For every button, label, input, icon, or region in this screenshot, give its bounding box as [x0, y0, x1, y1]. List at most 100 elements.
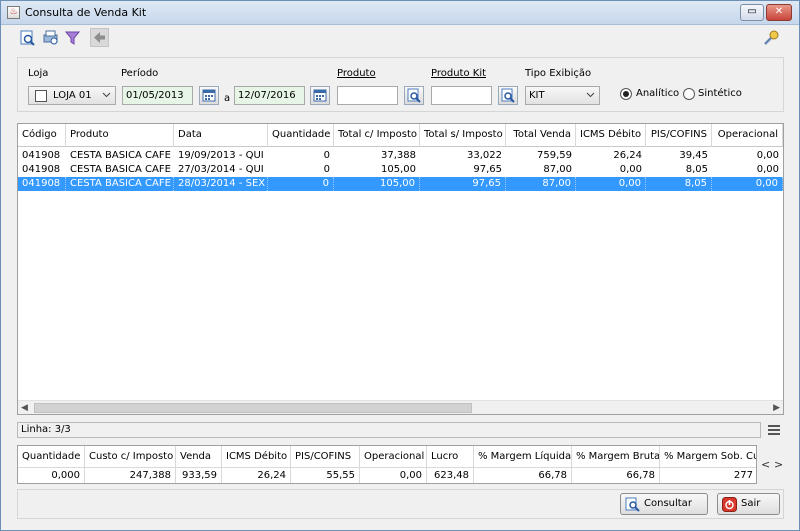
back-button[interactable]: [90, 28, 109, 47]
radio-analitico-label[interactable]: Analítico: [636, 88, 679, 99]
cell: 0: [323, 150, 330, 161]
cell: 87,00: [543, 164, 572, 175]
cell: 041908: [18, 177, 66, 191]
produto-search-button[interactable]: [404, 86, 424, 105]
consultar-button[interactable]: Consultar: [620, 493, 708, 515]
totals-value: 0,000: [18, 468, 85, 483]
table-row-selected[interactable]: 041908 CESTA BASICA CAFE 28/03/2014 - SE…: [18, 177, 783, 191]
totals-scroll-left-button[interactable]: <: [761, 458, 770, 471]
cell: 105,00: [334, 177, 420, 191]
periodo-label: Período: [121, 68, 159, 79]
col-header[interactable]: Data: [174, 124, 268, 147]
produto-field[interactable]: [337, 86, 398, 105]
produto-kit-search-button[interactable]: [498, 86, 518, 105]
sair-label: Sair: [741, 498, 761, 509]
totals-value: 277: [660, 468, 756, 483]
col-header[interactable]: ICMS Débito: [576, 124, 646, 147]
cell: 28/03/2014 - SEX: [174, 177, 268, 191]
back-arrow-icon: [94, 32, 105, 43]
totals-header: Lucro: [427, 446, 474, 468]
window-title: Consulta de Venda Kit: [25, 6, 147, 19]
produto-kit-label[interactable]: Produto Kit: [431, 68, 486, 79]
totals-value: 247,388: [85, 468, 176, 483]
cell: 0,00: [619, 164, 642, 175]
search-doc-icon[interactable]: [19, 29, 36, 46]
cell: 87,00: [506, 177, 576, 191]
cell: 19/09/2013 - QUI: [178, 150, 264, 161]
cell: 27/03/2014 - QUI: [178, 164, 264, 175]
cell: CESTA BASICA CAFE: [70, 150, 171, 161]
tipo-exibicao-label: Tipo Exibição: [525, 68, 592, 79]
main-window: ♨ Consulta de Venda Kit ▭ ✕ Loja LOJA 01…: [0, 0, 800, 531]
totals-header: ICMS Débito: [222, 446, 291, 468]
date-from-field[interactable]: 01/05/2013: [122, 86, 193, 105]
totals-header: % Margem Líquida: [474, 446, 572, 468]
loja-combo[interactable]: LOJA 01: [28, 86, 116, 105]
power-icon: [722, 497, 737, 512]
scroll-left-icon[interactable]: ◀: [21, 403, 28, 413]
calendar-icon: [313, 89, 327, 102]
sales-table[interactable]: Código Produto Data Quantidade Total c/ …: [17, 123, 784, 415]
totals-value: 66,78: [572, 468, 660, 483]
scroll-right-icon[interactable]: ▶: [773, 403, 780, 413]
date-to-field[interactable]: 12/07/2016: [234, 86, 305, 105]
calendar-from-button[interactable]: [199, 86, 219, 105]
col-header[interactable]: Produto: [66, 124, 174, 147]
radio-sintetico[interactable]: [683, 88, 695, 100]
cell: CESTA BASICA CAFE: [66, 177, 174, 191]
produto-kit-field[interactable]: [431, 86, 492, 105]
sair-button[interactable]: Sair: [717, 493, 780, 515]
java-app-icon: ♨: [7, 6, 20, 19]
cell: 041908: [22, 150, 61, 161]
col-header[interactable]: Total c/ Imposto: [334, 124, 420, 147]
cell: 33,022: [467, 150, 502, 161]
close-button[interactable]: ✕: [766, 4, 792, 21]
radio-sintetico-label[interactable]: Sintético: [698, 88, 742, 99]
cell: 759,59: [537, 150, 572, 161]
search-doc-icon: [625, 497, 640, 512]
cell: 105,00: [381, 164, 416, 175]
totals-value: 0,00: [360, 468, 427, 483]
totals-value: 933,59: [176, 468, 222, 483]
col-header[interactable]: Operacional: [712, 124, 783, 147]
tipo-exibicao-value: KIT: [529, 90, 545, 101]
cell: 97,65: [473, 164, 502, 175]
loja-label: Loja: [28, 68, 49, 79]
radio-analitico[interactable]: [620, 88, 632, 100]
totals-value: 623,48: [427, 468, 474, 483]
table-row[interactable]: 041908 CESTA BASICA CAFE 19/09/2013 - QU…: [18, 149, 783, 163]
table-header: Código Produto Data Quantidade Total c/ …: [18, 124, 783, 147]
calendar-icon: [202, 89, 216, 102]
totals-scroll-right-button[interactable]: >: [774, 458, 783, 471]
col-header[interactable]: Total Venda: [506, 124, 576, 147]
search-icon: [501, 88, 515, 103]
tipo-exibicao-combo[interactable]: KIT: [525, 86, 600, 105]
menu-icon[interactable]: [768, 425, 780, 435]
scroll-thumb[interactable]: [34, 403, 472, 413]
horizontal-scrollbar[interactable]: ◀ ▶: [18, 400, 783, 414]
loja-checkbox[interactable]: [35, 90, 47, 102]
cell: CESTA BASICA CAFE: [70, 164, 171, 175]
col-header[interactable]: PIS/COFINS: [646, 124, 712, 147]
col-header[interactable]: Quantidade: [268, 124, 334, 147]
filter-panel: Loja LOJA 01 Período 01/05/2013 a 12/07/…: [17, 57, 784, 112]
produto-label[interactable]: Produto: [337, 68, 376, 79]
col-header[interactable]: Total s/ Imposto: [420, 124, 506, 147]
cell: 97,65: [420, 177, 506, 191]
cell: 26,24: [613, 150, 642, 161]
chevron-down-icon: [586, 92, 595, 98]
cell: 8,05: [646, 177, 712, 191]
table-row[interactable]: 041908 CESTA BASICA CAFE 27/03/2014 - QU…: [18, 163, 783, 177]
action-panel: Consultar Sair: [17, 489, 784, 519]
filter-icon[interactable]: [64, 29, 81, 46]
cell: 39,45: [679, 150, 708, 161]
cell: 0,00: [756, 164, 779, 175]
loja-value: LOJA 01: [53, 90, 92, 101]
restore-button[interactable]: ▭: [740, 4, 764, 21]
col-header[interactable]: Código: [18, 124, 66, 147]
key-icon[interactable]: [763, 29, 780, 46]
date-separator: a: [224, 93, 231, 104]
print-icon[interactable]: [42, 29, 59, 46]
calendar-to-button[interactable]: [310, 86, 330, 105]
totals-value: 26,24: [222, 468, 291, 483]
